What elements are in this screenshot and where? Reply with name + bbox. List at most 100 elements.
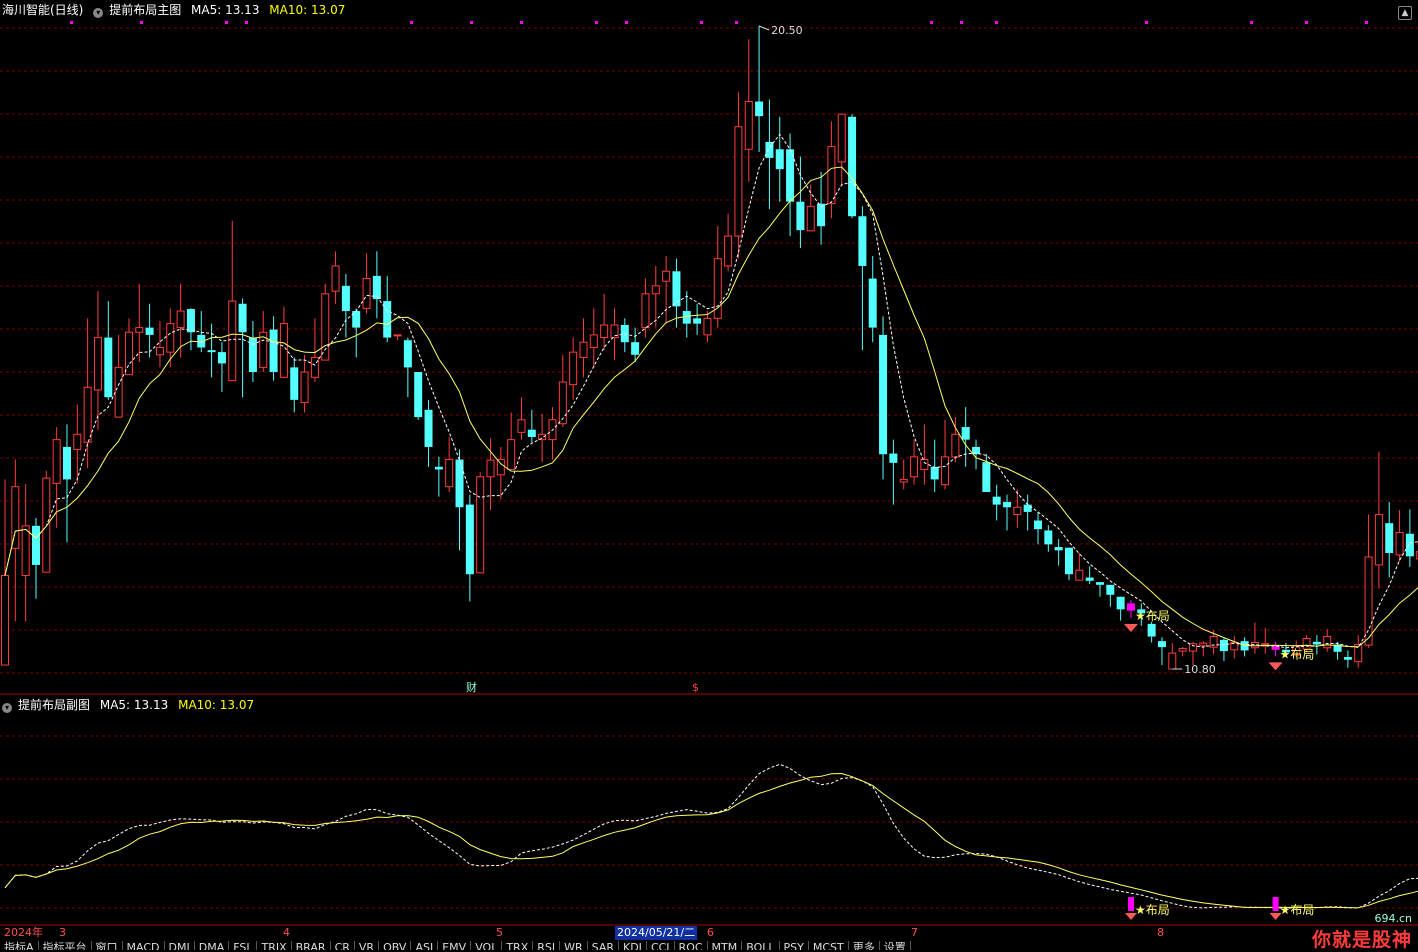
candle[interactable] xyxy=(52,427,61,528)
candle[interactable] xyxy=(786,133,795,237)
candle[interactable] xyxy=(920,424,929,485)
indicator-tab[interactable]: DMA xyxy=(195,941,230,950)
indicator-tab[interactable]: TRIX xyxy=(257,941,292,950)
candle[interactable] xyxy=(104,301,113,400)
candle[interactable] xyxy=(1199,641,1208,657)
indicator-tab[interactable]: BRAR xyxy=(292,941,331,950)
candle[interactable] xyxy=(217,342,226,392)
candle[interactable] xyxy=(62,424,71,543)
candle[interactable] xyxy=(538,413,547,463)
candle[interactable] xyxy=(600,293,609,351)
candle[interactable] xyxy=(796,156,805,249)
candle[interactable] xyxy=(1157,637,1166,666)
indicator-tab[interactable]: DMI xyxy=(165,941,195,950)
candle[interactable] xyxy=(1323,629,1332,652)
indicator-tab[interactable]: CCI xyxy=(647,941,675,950)
candle[interactable] xyxy=(517,397,526,440)
candle[interactable] xyxy=(1095,582,1104,597)
candle[interactable] xyxy=(341,273,350,338)
candle[interactable] xyxy=(765,99,774,209)
candle[interactable] xyxy=(1405,509,1414,567)
candle[interactable] xyxy=(310,318,319,382)
candle[interactable] xyxy=(465,494,474,602)
candle[interactable] xyxy=(755,26,764,152)
indicator-tab[interactable]: MTM xyxy=(708,941,743,950)
indicator-tab[interactable]: RSI xyxy=(533,941,561,950)
candle[interactable] xyxy=(837,113,846,186)
candle[interactable] xyxy=(703,311,712,343)
candle[interactable] xyxy=(279,306,288,378)
candle[interactable] xyxy=(744,39,753,182)
candle[interactable] xyxy=(713,226,722,328)
candle[interactable] xyxy=(1126,600,1135,618)
candle[interactable] xyxy=(1147,621,1156,643)
candle[interactable] xyxy=(135,283,144,363)
candle[interactable] xyxy=(610,308,619,361)
indicator-tab[interactable]: MACD xyxy=(123,941,165,950)
candle[interactable] xyxy=(73,404,82,484)
candle[interactable] xyxy=(1395,509,1404,562)
candle[interactable] xyxy=(693,303,702,335)
indicator-tab[interactable]: TRX xyxy=(502,941,534,950)
candle[interactable] xyxy=(362,253,371,314)
candle[interactable] xyxy=(1261,627,1270,654)
candle[interactable] xyxy=(724,213,733,272)
indicator-tab[interactable]: 设置 xyxy=(880,941,911,950)
candle[interactable] xyxy=(879,316,888,480)
candle[interactable] xyxy=(1085,566,1094,585)
finance-marker[interactable]: 财 xyxy=(466,680,477,694)
indicator-tab[interactable]: ROC xyxy=(675,941,708,950)
candle[interactable] xyxy=(558,354,567,428)
indicator-tab[interactable]: OBV xyxy=(379,941,412,950)
candle[interactable] xyxy=(93,291,102,430)
candle[interactable] xyxy=(910,439,919,485)
indicator-tab[interactable]: CR xyxy=(331,941,355,950)
indicator-tab[interactable]: VOL xyxy=(471,941,503,950)
candle[interactable] xyxy=(889,439,898,505)
indicator-tab[interactable]: EMV xyxy=(438,941,472,950)
indicator-tab[interactable]: 指标平台 xyxy=(39,941,92,950)
indicator-tab[interactable]: VR xyxy=(355,941,380,950)
dividend-marker[interactable]: $ xyxy=(692,681,699,694)
sub-indicator-name[interactable]: 提前布局副图 xyxy=(18,698,90,712)
indicator-tab[interactable]: KDJ xyxy=(619,941,647,950)
candle[interactable] xyxy=(114,334,123,418)
candle[interactable] xyxy=(445,436,454,493)
indicator-tab[interactable]: 更多 xyxy=(849,941,880,950)
candle[interactable] xyxy=(42,470,51,573)
indicator-tab[interactable]: PSY xyxy=(780,941,809,950)
main-chart[interactable]: ★布局 ★布局 20.50 10.80 财 $ xyxy=(0,0,1418,695)
candle[interactable] xyxy=(1230,635,1239,659)
candle[interactable] xyxy=(331,251,340,304)
indicator-tab[interactable]: MCST xyxy=(809,941,849,950)
candle[interactable] xyxy=(1240,637,1249,657)
candle[interactable] xyxy=(1023,494,1032,531)
candle[interactable] xyxy=(1333,641,1342,660)
candle[interactable] xyxy=(403,337,412,398)
candle[interactable] xyxy=(507,412,516,470)
candle[interactable] xyxy=(1374,451,1383,589)
candle[interactable] xyxy=(579,318,588,378)
candle[interactable] xyxy=(372,251,381,319)
candle[interactable] xyxy=(1219,638,1228,662)
indicator-tab[interactable]: FSL xyxy=(229,941,258,950)
candle[interactable] xyxy=(434,456,443,497)
candle[interactable] xyxy=(662,256,671,324)
candle[interactable] xyxy=(951,417,960,463)
collapse-icon[interactable]: ▾ xyxy=(2,703,12,713)
candle[interactable] xyxy=(1064,547,1073,581)
candle[interactable] xyxy=(1,479,9,666)
candle[interactable] xyxy=(1343,650,1352,668)
candle[interactable] xyxy=(1250,622,1259,654)
candle[interactable] xyxy=(1003,494,1012,531)
candle[interactable] xyxy=(817,171,826,245)
indicator-tab[interactable]: BOLL xyxy=(742,941,780,950)
candle[interactable] xyxy=(1178,647,1187,657)
candle[interactable] xyxy=(145,303,154,358)
candle[interactable] xyxy=(1168,643,1177,670)
candle[interactable] xyxy=(1116,596,1125,621)
candle[interactable] xyxy=(1054,539,1063,566)
candle[interactable] xyxy=(290,357,299,413)
candle[interactable] xyxy=(1075,552,1084,581)
candle[interactable] xyxy=(300,354,309,413)
